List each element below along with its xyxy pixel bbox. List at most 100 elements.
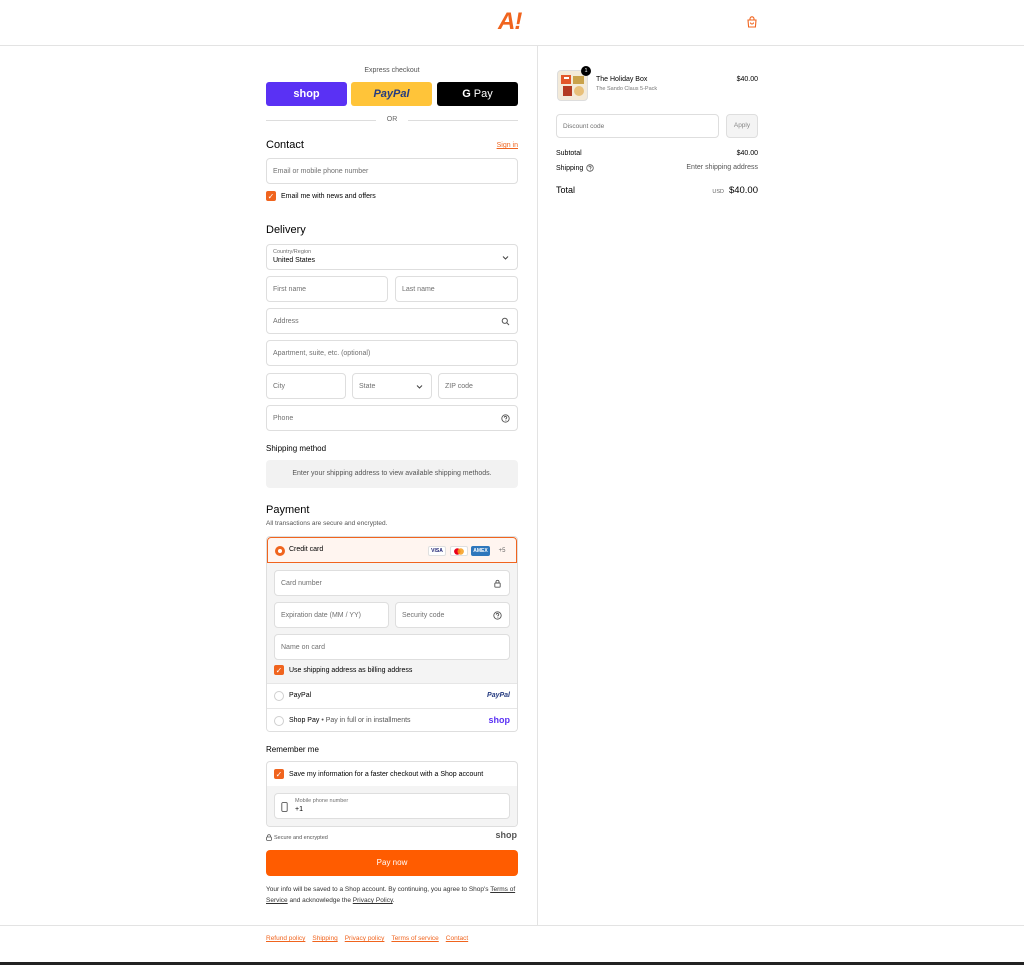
- news-checkbox-row[interactable]: ✓ Email me with news and offers: [266, 191, 376, 201]
- phone-placeholder: Phone: [273, 415, 294, 422]
- contact-heading: Contact: [266, 139, 304, 151]
- name-on-card-field[interactable]: Name on card: [274, 634, 510, 660]
- discount-code-field[interactable]: Discount code: [556, 114, 719, 138]
- shop-logo-footer: shop: [495, 830, 518, 840]
- payment-subtitle: All transactions are secure and encrypte…: [266, 520, 388, 527]
- billing-same-checkbox[interactable]: ✓: [274, 665, 284, 675]
- country-label: Country/Region: [273, 249, 312, 255]
- google-pay-label: Pay: [473, 88, 493, 100]
- expiration-placeholder: Expiration date (MM / YY): [281, 612, 362, 619]
- express-checkout-title: Express checkout: [364, 67, 420, 74]
- billing-same-row[interactable]: ✓ Use shipping address as billing addres…: [274, 665, 412, 675]
- shipping-row: Shipping Enter shipping address: [556, 164, 758, 172]
- last-name-field[interactable]: Last name: [395, 276, 518, 302]
- shipping-value: Enter shipping address: [686, 164, 758, 171]
- pay-now-button[interactable]: Pay now: [266, 850, 518, 876]
- first-name-field[interactable]: First name: [266, 276, 388, 302]
- total-row: Total USD $40.00: [556, 185, 758, 196]
- save-info-row[interactable]: ✓ Save my information for a faster check…: [274, 769, 483, 779]
- paypal-logo: PayPal: [487, 692, 510, 699]
- legal-prefix: Your info will be saved to a Shop accoun…: [266, 886, 491, 893]
- security-code-field[interactable]: Security code: [395, 602, 510, 628]
- remember-me-box: ✓ Save my information for a faster check…: [266, 761, 518, 827]
- security-code-placeholder: Security code: [402, 612, 445, 619]
- discount-code-placeholder: Discount code: [563, 123, 605, 130]
- apartment-field[interactable]: Apartment, suite, etc. (optional): [266, 340, 518, 366]
- shipping-label: Shipping: [556, 164, 584, 172]
- paypal-option-label: PayPal: [289, 692, 312, 699]
- shipping-link[interactable]: Shipping: [312, 935, 337, 942]
- mobile-phone-value: +1: [295, 806, 303, 813]
- sign-in-link[interactable]: Sign in: [497, 142, 518, 149]
- shipping-label-group: Shipping: [556, 164, 594, 172]
- privacy-policy-link[interactable]: Privacy Policy: [353, 897, 393, 904]
- phone-field[interactable]: Phone: [266, 405, 518, 431]
- help-icon[interactable]: [493, 611, 502, 620]
- shop-pay-name: Shop Pay: [289, 717, 320, 724]
- help-icon[interactable]: [501, 414, 510, 423]
- card-number-field[interactable]: Card number: [274, 570, 510, 596]
- paypal-button[interactable]: PayPal: [351, 82, 432, 106]
- news-checkbox[interactable]: ✓: [266, 191, 276, 201]
- quantity-badge: 1: [581, 66, 591, 76]
- payment-methods: Credit card VISA AMEX +5 Card number Exp…: [266, 536, 518, 732]
- mobile-phone-label: Mobile phone number: [295, 798, 349, 804]
- search-icon: [501, 317, 510, 326]
- credit-card-form: Card number Expiration date (MM / YY) Se…: [267, 563, 517, 683]
- apartment-placeholder: Apartment, suite, etc. (optional): [273, 350, 371, 357]
- footer-divider: [0, 925, 1024, 926]
- credit-card-option[interactable]: Credit card VISA AMEX +5: [267, 537, 517, 563]
- secure-text: Secure and encrypted: [274, 834, 328, 841]
- shop-pay-radio[interactable]: [274, 716, 284, 726]
- credit-card-radio[interactable]: [275, 546, 285, 556]
- mastercard-icon: [450, 546, 468, 556]
- remember-me-heading: Remember me: [266, 745, 319, 754]
- mobile-phone-icon: [281, 802, 288, 812]
- terms-of-service-footer-link[interactable]: Terms of service: [391, 935, 438, 942]
- legal-middle: and acknowledge the: [287, 897, 353, 904]
- address-placeholder: Address: [273, 318, 299, 325]
- secure-note: Secure and encrypted: [266, 834, 328, 841]
- state-select[interactable]: State: [352, 373, 432, 399]
- email-field[interactable]: Email or mobile phone number: [266, 158, 518, 184]
- card-number-placeholder: Card number: [281, 580, 322, 587]
- zip-field[interactable]: ZIP code: [438, 373, 518, 399]
- payment-heading: Payment: [266, 504, 310, 516]
- state-placeholder: State: [359, 383, 376, 390]
- store-logo[interactable]: A!: [498, 8, 522, 36]
- amex-icon: AMEX: [471, 546, 490, 556]
- email-placeholder: Email or mobile phone number: [273, 168, 369, 175]
- country-select[interactable]: Country/Region United States: [266, 244, 518, 270]
- shop-pay-button[interactable]: shop: [266, 82, 347, 106]
- paypal-option[interactable]: PayPal PayPal: [267, 683, 517, 708]
- legal-suffix: .: [392, 897, 395, 904]
- google-g-icon: G: [462, 88, 471, 100]
- expiration-field[interactable]: Expiration date (MM / YY): [274, 602, 389, 628]
- shop-pay-option[interactable]: Shop Pay • Pay in full or in installment…: [267, 708, 517, 731]
- total-amount-group: USD $40.00: [712, 185, 758, 196]
- save-info-checkbox[interactable]: ✓: [274, 769, 284, 779]
- address-field[interactable]: Address: [266, 308, 518, 334]
- mobile-phone-field[interactable]: Mobile phone number +1: [274, 793, 510, 819]
- chevron-down-icon: [416, 385, 423, 389]
- lock-icon: [494, 579, 501, 588]
- google-pay-button[interactable]: G Pay: [437, 82, 518, 106]
- shopping-bag-icon[interactable]: [746, 16, 758, 28]
- help-icon[interactable]: [586, 164, 594, 172]
- contact-link[interactable]: Contact: [446, 935, 468, 942]
- city-field[interactable]: City: [266, 373, 346, 399]
- credit-card-label: Credit card: [289, 546, 324, 553]
- zip-placeholder: ZIP code: [445, 383, 473, 390]
- column-divider: [537, 46, 538, 925]
- total-value: $40.00: [728, 185, 758, 196]
- privacy-policy-footer-link[interactable]: Privacy policy: [345, 935, 385, 942]
- paypal-radio[interactable]: [274, 691, 284, 701]
- currency-code: USD: [712, 189, 724, 195]
- more-cards-badge: +5: [498, 548, 506, 554]
- billing-same-label: Use shipping address as billing address: [289, 666, 413, 674]
- product-variant: The Sando Claus 5-Pack: [596, 86, 658, 92]
- shop-logo: shop: [488, 715, 511, 725]
- apply-button[interactable]: Apply: [726, 114, 758, 138]
- product-price: $40.00: [736, 76, 758, 83]
- refund-policy-link[interactable]: Refund policy: [266, 935, 305, 942]
